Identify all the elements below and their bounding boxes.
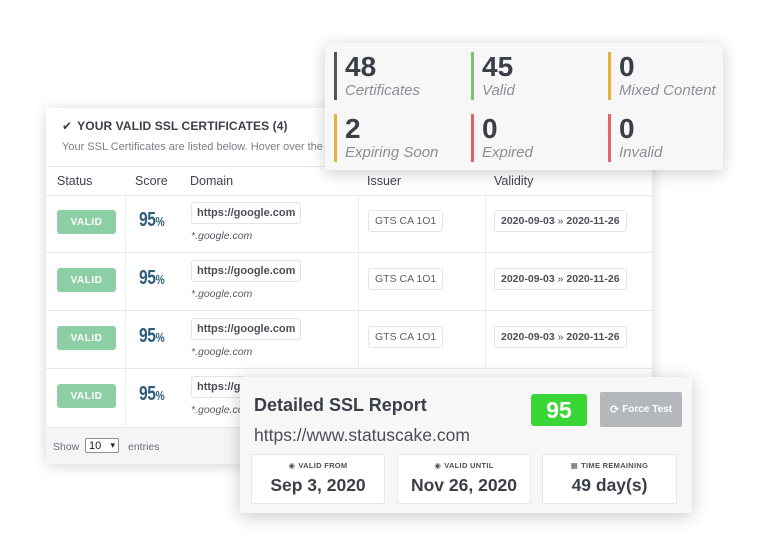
column-score[interactable]: Score: [135, 174, 168, 188]
table-header: Status Score Domain Issuer Validity: [46, 166, 652, 196]
validity-range: 2020-09-03 » 2020-11-26: [494, 326, 627, 348]
stat-invalid[interactable]: 0 Invalid: [608, 114, 739, 162]
stat-certificates[interactable]: 48 Certificates: [334, 52, 465, 100]
force-test-button[interactable]: ⟳ Force Test: [600, 392, 682, 427]
status-badge: VALID: [57, 326, 116, 350]
domain-link[interactable]: https://google.com: [191, 318, 302, 340]
entries-label: entries: [128, 441, 160, 453]
valid-until-box: ◉ VALID UNTIL Nov 26, 2020: [397, 454, 531, 504]
table-row[interactable]: VALID 95% https://google.com *.google.co…: [46, 311, 652, 369]
status-badge: VALID: [57, 210, 116, 234]
column-status[interactable]: Status: [57, 174, 92, 188]
checkmark-icon: ✔: [62, 119, 73, 133]
column-validity[interactable]: Validity: [494, 174, 533, 188]
chevron-down-icon: ▾: [110, 440, 115, 450]
score-value: 95%: [139, 383, 165, 405]
table-row[interactable]: VALID 95% https://google.com *.google.co…: [46, 195, 652, 253]
report-url: https://www.statuscake.com: [254, 425, 470, 445]
valid-from-box: ◉ VALID FROM Sep 3, 2020: [251, 454, 385, 504]
stat-expired[interactable]: 0 Expired: [471, 114, 602, 162]
show-label: Show: [53, 441, 80, 453]
issuer-label: GTS CA 1O1: [368, 268, 444, 290]
score-value: 95%: [139, 267, 165, 289]
score-value: 95%: [139, 209, 165, 231]
wildcard-domain: *.google.co: [191, 404, 244, 416]
domain-link[interactable]: https://google.com: [191, 202, 302, 224]
stats-card: 48 Certificates 45 Valid 0 Mixed Content…: [325, 43, 723, 170]
stat-mixed-content[interactable]: 0 Mixed Content: [608, 52, 739, 100]
domain-link[interactable]: https://google.com: [191, 260, 302, 282]
clock-icon: ◉: [288, 461, 296, 470]
table-row[interactable]: VALID 95% https://google.com *.google.co…: [46, 253, 652, 311]
wildcard-domain: *.google.com: [191, 288, 253, 300]
score-badge: 95: [531, 394, 587, 426]
ssl-report-card: Detailed SSL Report https://www.statusca…: [240, 377, 692, 513]
report-title: Detailed SSL Report: [254, 395, 427, 415]
validity-range: 2020-09-03 » 2020-11-26: [494, 268, 627, 290]
stat-valid[interactable]: 45 Valid: [471, 52, 602, 100]
column-domain[interactable]: Domain: [190, 174, 233, 188]
wildcard-domain: *.google.com: [191, 230, 253, 242]
issuer-label: GTS CA 1O1: [368, 210, 444, 232]
calendar-icon: ▦: [570, 461, 579, 470]
issuer-label: GTS CA 1O1: [368, 326, 444, 348]
stat-expiring-soon[interactable]: 2 Expiring Soon: [334, 114, 465, 162]
time-remaining-box: ▦ TIME REMAINING 49 day(s): [542, 454, 677, 504]
wildcard-domain: *.google.com: [191, 346, 253, 358]
clock-icon: ◉: [434, 461, 442, 470]
validity-range: 2020-09-03 » 2020-11-26: [494, 210, 627, 232]
column-issuer[interactable]: Issuer: [367, 174, 401, 188]
score-value: 95%: [139, 325, 165, 347]
page-size-select[interactable]: 10 ▾: [85, 438, 119, 453]
status-badge: VALID: [57, 268, 116, 292]
domain-link[interactable]: https://g: [191, 376, 247, 398]
refresh-icon: ⟳: [609, 404, 620, 416]
status-badge: VALID: [57, 384, 116, 408]
